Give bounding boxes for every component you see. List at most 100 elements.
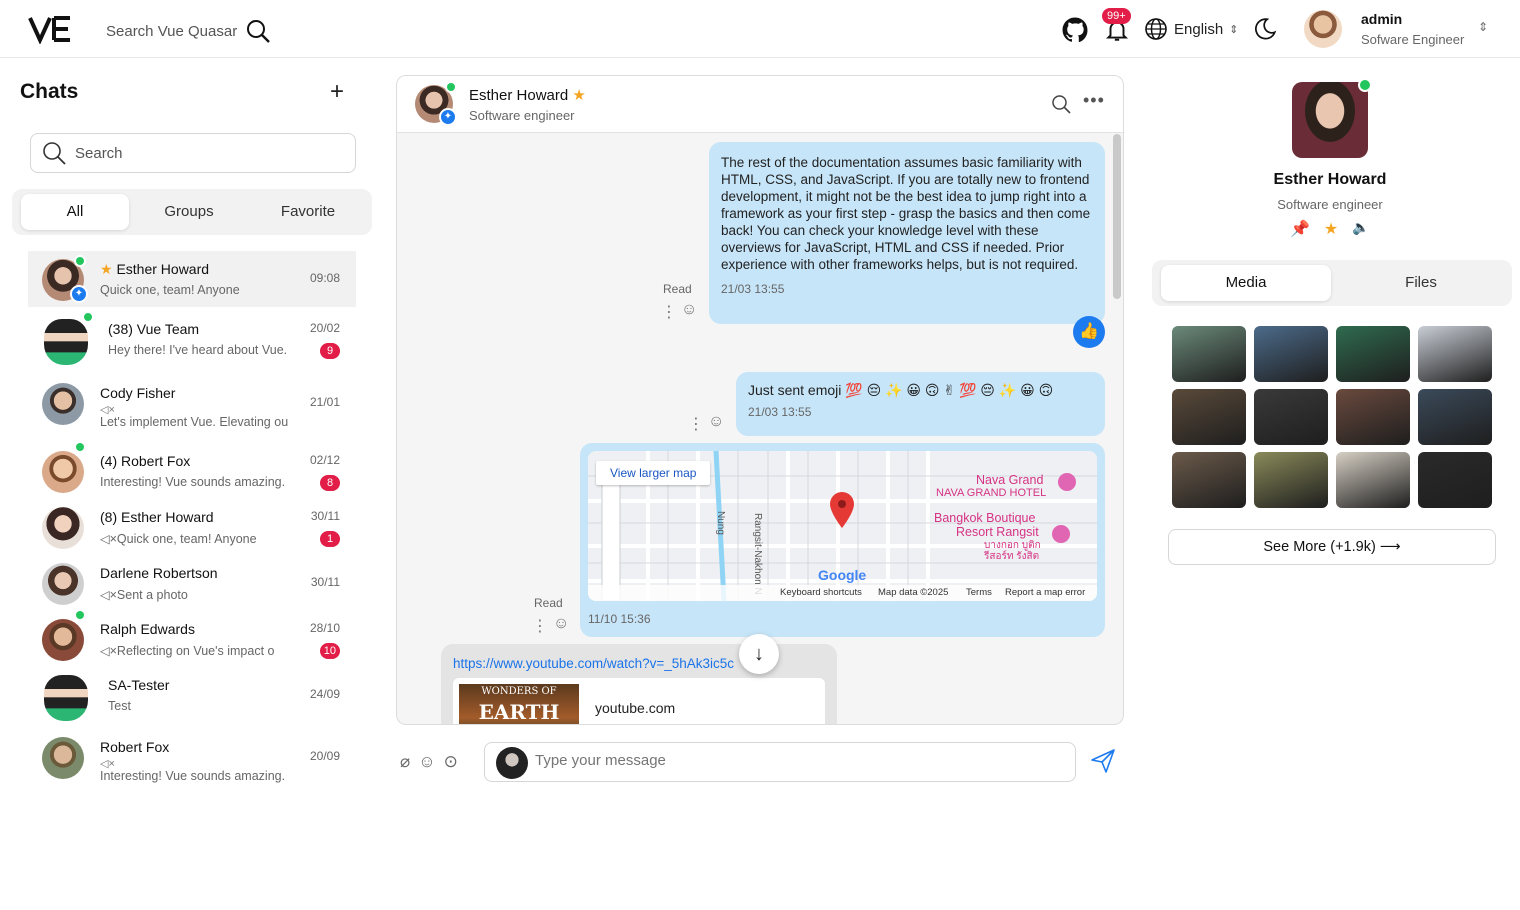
send-icon[interactable] bbox=[1090, 748, 1116, 774]
thumbs-up-icon[interactable]: 👍 bbox=[1073, 316, 1105, 348]
media-thumbnail[interactable] bbox=[1172, 452, 1246, 508]
chat-item[interactable]: Robert Fox ◁× Interesting! Vue sounds am… bbox=[28, 729, 356, 785]
message-menu-icon[interactable]: ⋮ bbox=[532, 616, 548, 636]
media-thumbnail[interactable] bbox=[1254, 452, 1328, 508]
chat-item[interactable]: Ralph Edwards ◁×Reflecting on Vue's impa… bbox=[28, 609, 356, 667]
message-menu-icon[interactable]: ⋮ bbox=[661, 302, 677, 322]
chat-name: (4) Robert Fox bbox=[100, 453, 191, 469]
emoji-reaction-icon[interactable]: ☺ bbox=[708, 413, 724, 431]
google-logo: Google bbox=[818, 567, 867, 583]
mute-icon: ◁× bbox=[100, 644, 117, 658]
profile-name: Esther Howard bbox=[1273, 171, 1387, 188]
ninja-avatar bbox=[44, 319, 88, 365]
chat-name: (8) Esther Howard bbox=[100, 509, 214, 525]
chat-item[interactable]: Cody Fisher ◁× Let's implement Vue. Elev… bbox=[28, 375, 356, 431]
location-icon[interactable]: ⊙ bbox=[444, 752, 458, 772]
keyboard-shortcuts-link[interactable]: Keyboard shortcuts bbox=[780, 587, 862, 598]
tab-favorite[interactable]: Favorite bbox=[249, 194, 367, 230]
message-composer bbox=[484, 742, 1076, 782]
search-icon[interactable] bbox=[1051, 94, 1071, 114]
emoji-icon[interactable]: ☺ bbox=[418, 752, 435, 772]
online-indicator bbox=[74, 609, 86, 621]
place-label: รีสอร์ท รังสิต bbox=[984, 551, 1040, 562]
video-thumbnail: WONDERS OF EARTH bbox=[459, 684, 579, 724]
chat-item[interactable]: ✦ ★ Esther Howard Quick one, team! Anyon… bbox=[28, 251, 356, 307]
media-thumbnail[interactable] bbox=[1336, 326, 1410, 382]
chat-item[interactable]: SA-Tester Test 24/09 bbox=[28, 667, 356, 723]
media-thumbnail[interactable] bbox=[1336, 452, 1410, 508]
media-thumbnail[interactable] bbox=[1254, 389, 1328, 445]
chat-preview: ◁×Sent a photo bbox=[100, 588, 188, 602]
language-label: English bbox=[1174, 20, 1224, 38]
tab-all[interactable]: All bbox=[21, 194, 129, 230]
profile-avatar[interactable] bbox=[1292, 82, 1368, 158]
pin-icon[interactable]: 📌 bbox=[1290, 219, 1310, 239]
chat-name: (38) Vue Team bbox=[108, 321, 200, 337]
star-icon[interactable]: ★ bbox=[1324, 219, 1338, 239]
media-thumbnail[interactable] bbox=[1336, 389, 1410, 445]
chevron-updown-icon[interactable]: ⇕ bbox=[1478, 20, 1488, 34]
language-selector[interactable]: English ⇕ bbox=[1144, 17, 1238, 41]
message-time: 11/10 15:36 bbox=[588, 612, 651, 626]
avatar bbox=[42, 451, 84, 493]
scroll-down-button[interactable]: ↓ bbox=[739, 634, 779, 674]
chat-preview: Interesting! Vue sounds amazing. bbox=[100, 475, 286, 489]
star-icon: ★ bbox=[572, 87, 586, 104]
media-thumbnail[interactable] bbox=[1418, 389, 1492, 445]
tab-groups[interactable]: Groups bbox=[130, 194, 248, 230]
chat-search-input[interactable]: Search bbox=[30, 133, 356, 173]
globe-icon bbox=[1145, 18, 1167, 40]
message-bubble[interactable]: The rest of the documentation assumes ba… bbox=[709, 142, 1105, 324]
chat-name: ★ Esther Howard bbox=[100, 261, 210, 277]
scrollbar[interactable] bbox=[1113, 134, 1121, 299]
chat-item[interactable]: Darlene Robertson ◁×Sent a photo 30/11 bbox=[28, 555, 356, 611]
dark-mode-icon[interactable] bbox=[1252, 16, 1278, 42]
map-embed[interactable]: View larger map Nung Rangsit-Nakhon N Na… bbox=[588, 451, 1097, 601]
chat-preview: Hey there! I've heard about Vue. bbox=[108, 343, 288, 357]
app-logo[interactable] bbox=[28, 14, 72, 44]
report-map-error-link[interactable]: Report a map error bbox=[1005, 587, 1085, 598]
media-thumbnail[interactable] bbox=[1172, 389, 1246, 445]
road-label: Rangsit-Nakhon N bbox=[752, 513, 763, 595]
message-text: Just sent emoji 💯 😔 ✨ 😀 🙃 ✌ 💯 😔 ✨ 😀 🙃 bbox=[748, 382, 1054, 398]
tab-media[interactable]: Media bbox=[1161, 265, 1331, 301]
search-icon bbox=[43, 142, 66, 165]
chat-preview: Let's implement Vue. Elevating ou bbox=[100, 415, 289, 429]
media-thumbnail[interactable] bbox=[1254, 326, 1328, 382]
new-chat-button[interactable]: + bbox=[330, 80, 344, 104]
chat-time: 21/01 bbox=[309, 395, 340, 409]
terms-link[interactable]: Terms bbox=[966, 587, 992, 598]
paperclip-icon[interactable]: ⌀ bbox=[400, 752, 410, 772]
media-thumbnail[interactable] bbox=[1418, 326, 1492, 382]
github-icon[interactable] bbox=[1062, 17, 1088, 43]
place-label: Resort Rangsit bbox=[956, 525, 1039, 539]
message-bubble[interactable]: View larger map Nung Rangsit-Nakhon N Na… bbox=[580, 443, 1105, 637]
thumbnail-subtitle: WONDERS OF bbox=[481, 686, 557, 697]
chat-item[interactable]: (4) Robert Fox Interesting! Vue sounds a… bbox=[28, 441, 356, 499]
see-more-button[interactable]: See More (+1.9k) ⟶ bbox=[1168, 529, 1496, 565]
read-status: Read bbox=[663, 282, 692, 296]
media-thumbnail[interactable] bbox=[1172, 326, 1246, 382]
tab-files[interactable]: Files bbox=[1336, 265, 1506, 301]
chat-item[interactable]: (8) Esther Howard ◁×Quick one, team! Any… bbox=[28, 499, 356, 555]
place-label: Nava Grand bbox=[976, 473, 1044, 487]
online-indicator bbox=[1358, 78, 1372, 92]
chat-time: 09:08 bbox=[309, 271, 340, 285]
user-avatar[interactable] bbox=[1304, 10, 1342, 48]
avatar bbox=[496, 747, 528, 779]
online-indicator bbox=[82, 311, 94, 323]
link-preview-card[interactable]: WONDERS OF EARTH youtube.com bbox=[453, 678, 825, 724]
more-options-icon[interactable]: ••• bbox=[1083, 90, 1105, 111]
message-bubble[interactable]: Just sent emoji 💯 😔 ✨ 😀 🙃 ✌ 💯 😔 ✨ 😀 🙃 21… bbox=[736, 372, 1105, 436]
view-larger-map-link[interactable]: View larger map bbox=[596, 461, 711, 485]
emoji-reaction-icon[interactable]: ☺ bbox=[553, 615, 569, 633]
global-search[interactable]: Search Vue Quasar bbox=[106, 18, 271, 44]
emoji-reaction-icon[interactable]: ☺ bbox=[681, 301, 697, 319]
message-input[interactable] bbox=[535, 752, 1055, 769]
chat-item[interactable]: (38) Vue Team Hey there! I've heard abou… bbox=[28, 311, 356, 367]
mute-icon: ◁× bbox=[100, 532, 117, 546]
speaker-icon[interactable]: 🔈 bbox=[1352, 219, 1369, 239]
media-thumbnail[interactable] bbox=[1418, 452, 1492, 508]
message-menu-icon[interactable]: ⋮ bbox=[688, 414, 704, 434]
map-pin-icon[interactable] bbox=[828, 491, 856, 529]
